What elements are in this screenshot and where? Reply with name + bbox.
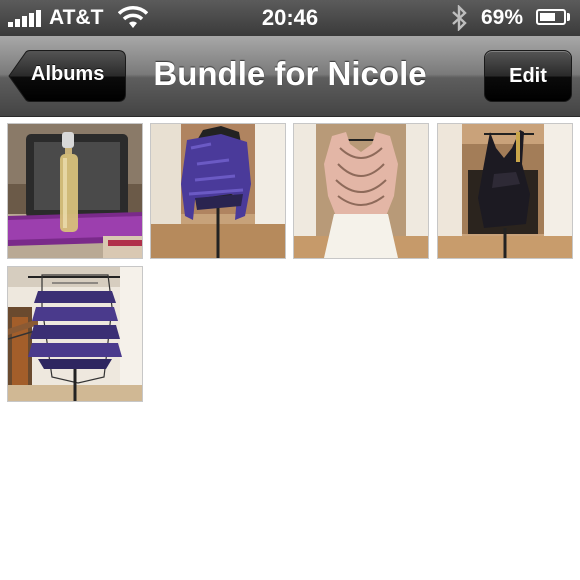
photo-thumbnail-4[interactable] (437, 123, 573, 259)
purple-ruffle-top-photo (8, 267, 142, 401)
status-bar: AT&T 20:46 69% (0, 0, 580, 36)
bluetooth-icon (452, 5, 467, 31)
photo-thumbnail-2[interactable] (150, 123, 286, 259)
photo-thumbnail-3[interactable] (293, 123, 429, 259)
photo-thumbnail-5[interactable] (7, 266, 143, 402)
black-dress-photo (438, 124, 572, 258)
photo-thumbnail-1[interactable] (7, 123, 143, 259)
pink-lace-dress-photo (294, 124, 428, 258)
edit-button-label: Edit (509, 65, 547, 87)
battery-percent: 69% (481, 6, 524, 29)
back-button-label: Albums (31, 63, 105, 85)
nav-bar: Albums Bundle for Nicole Edit (0, 36, 580, 117)
battery-icon (536, 9, 566, 25)
albums-back-button[interactable]: Albums (8, 50, 126, 102)
purple-lace-top-photo (151, 124, 285, 258)
edit-button[interactable]: Edit (484, 50, 572, 102)
perfume-photo (8, 124, 142, 258)
battery-nub (567, 13, 570, 21)
page-title: Bundle for Nicole (153, 55, 427, 92)
battery-level-fill (540, 13, 555, 21)
